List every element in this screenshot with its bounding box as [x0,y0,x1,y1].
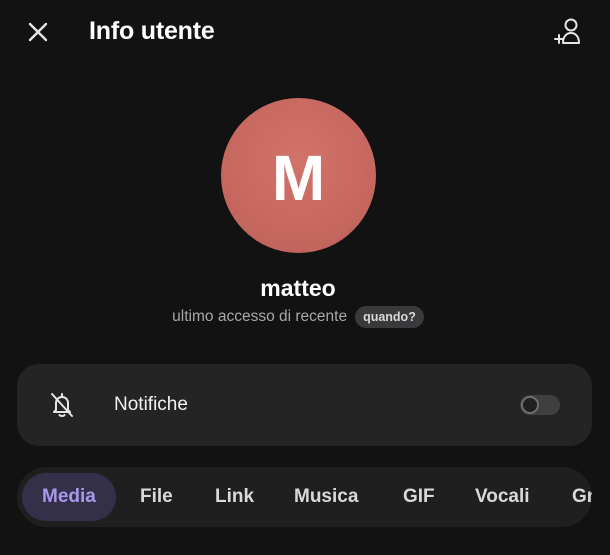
notifications-toggle[interactable] [520,395,560,415]
avatar-letter: M [271,141,326,214]
tab-vocali[interactable]: Vocali [475,473,530,521]
page-title: Info utente [89,17,215,45]
status-row: ultimo accesso di recente quando? [0,306,596,328]
tab-musica[interactable]: Musica [294,473,358,521]
avatar[interactable]: M [221,98,376,253]
user-name: matteo [260,275,336,301]
tab-link[interactable]: Link [215,473,254,521]
header: Info utente [0,0,610,66]
tab-gruppi[interactable]: Gr [572,473,592,521]
tab-file[interactable]: File [140,473,173,521]
tab-media[interactable]: Media [22,473,116,521]
add-contact-icon [554,18,580,44]
tab-gif[interactable]: GIF [403,473,435,521]
bell-off-icon [51,393,73,417]
notifications-row[interactable]: Notifiche [17,364,592,446]
close-icon [28,22,48,42]
add-contact-button[interactable] [553,16,585,48]
close-button[interactable] [24,18,52,46]
when-button[interactable]: quando? [355,306,424,328]
notifications-label: Notifiche [114,394,188,415]
last-seen-text: ultimo accesso di recente [172,308,348,325]
toggle-knob [521,396,539,414]
media-tabs: Media File Link Musica GIF Vocali Gr [17,467,592,527]
